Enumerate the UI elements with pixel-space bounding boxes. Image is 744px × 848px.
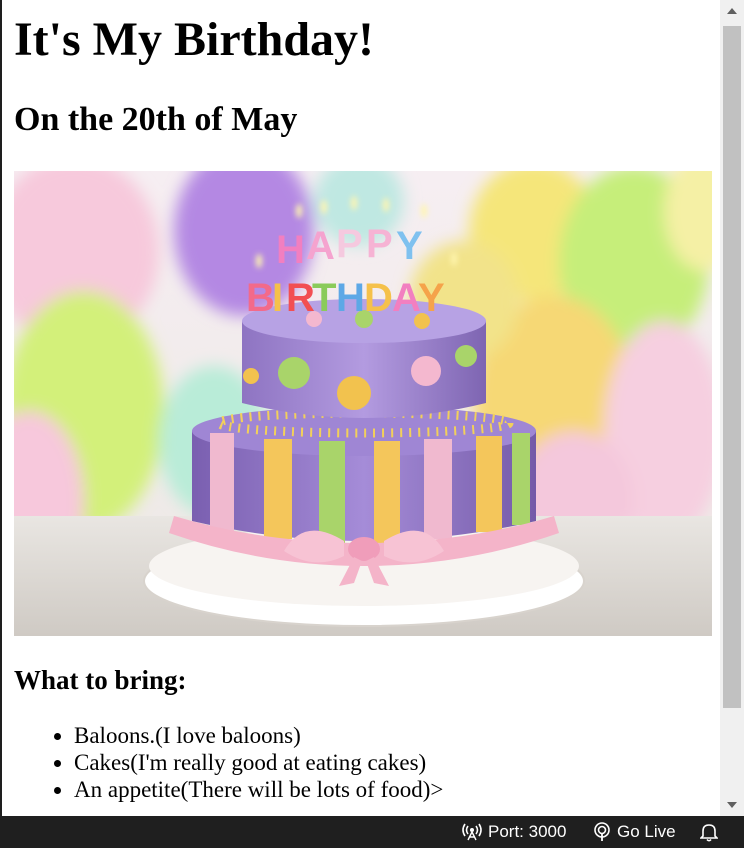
bell-icon (700, 822, 718, 842)
scroll-up-arrow-icon[interactable] (720, 2, 744, 20)
scrollbar-thumb[interactable] (723, 26, 741, 708)
svg-text:P: P (366, 222, 393, 266)
radio-tower-icon (593, 822, 611, 842)
svg-text:I: I (272, 276, 283, 320)
svg-text:A: A (392, 276, 421, 320)
list-item: An appetite(There will be lots of food)> (74, 776, 443, 803)
page-title: It's My Birthday! (14, 13, 374, 66)
go-live-button[interactable]: Go Live (593, 816, 676, 848)
broadcast-icon (462, 823, 482, 841)
svg-text:T: T (312, 276, 336, 320)
svg-text:A: A (306, 224, 335, 268)
vertical-scrollbar[interactable] (720, 0, 744, 816)
svg-text:Y: Y (418, 276, 445, 320)
status-bar: Port: 3000 Go Live (0, 816, 744, 848)
list-item: Cakes(I'm really good at eating cakes) (74, 749, 443, 776)
svg-text:H: H (276, 228, 305, 272)
browser-viewport: It's My Birthday! On the 20th of May H A… (0, 0, 720, 816)
svg-text:Y: Y (396, 224, 423, 268)
page-subtitle: On the 20th of May (14, 101, 298, 138)
birthday-cake-image: H A P P Y B I R T H D A Y (14, 171, 712, 636)
svg-text:R: R (286, 276, 315, 320)
what-to-bring-heading: What to bring: (14, 665, 187, 695)
svg-text:P: P (336, 222, 363, 266)
port-label: Port: 3000 (488, 822, 567, 841)
port-status-item[interactable]: Port: 3000 (462, 816, 566, 848)
bring-list: Baloons.(I love baloons) Cakes(I'm reall… (14, 722, 443, 803)
svg-text:B: B (246, 276, 275, 320)
notifications-button[interactable] (700, 816, 718, 848)
svg-text:H: H (336, 276, 365, 320)
go-live-label: Go Live (617, 822, 676, 841)
scroll-down-arrow-icon[interactable] (720, 796, 744, 814)
svg-text:D: D (364, 276, 393, 320)
list-item: Baloons.(I love baloons) (74, 722, 443, 749)
